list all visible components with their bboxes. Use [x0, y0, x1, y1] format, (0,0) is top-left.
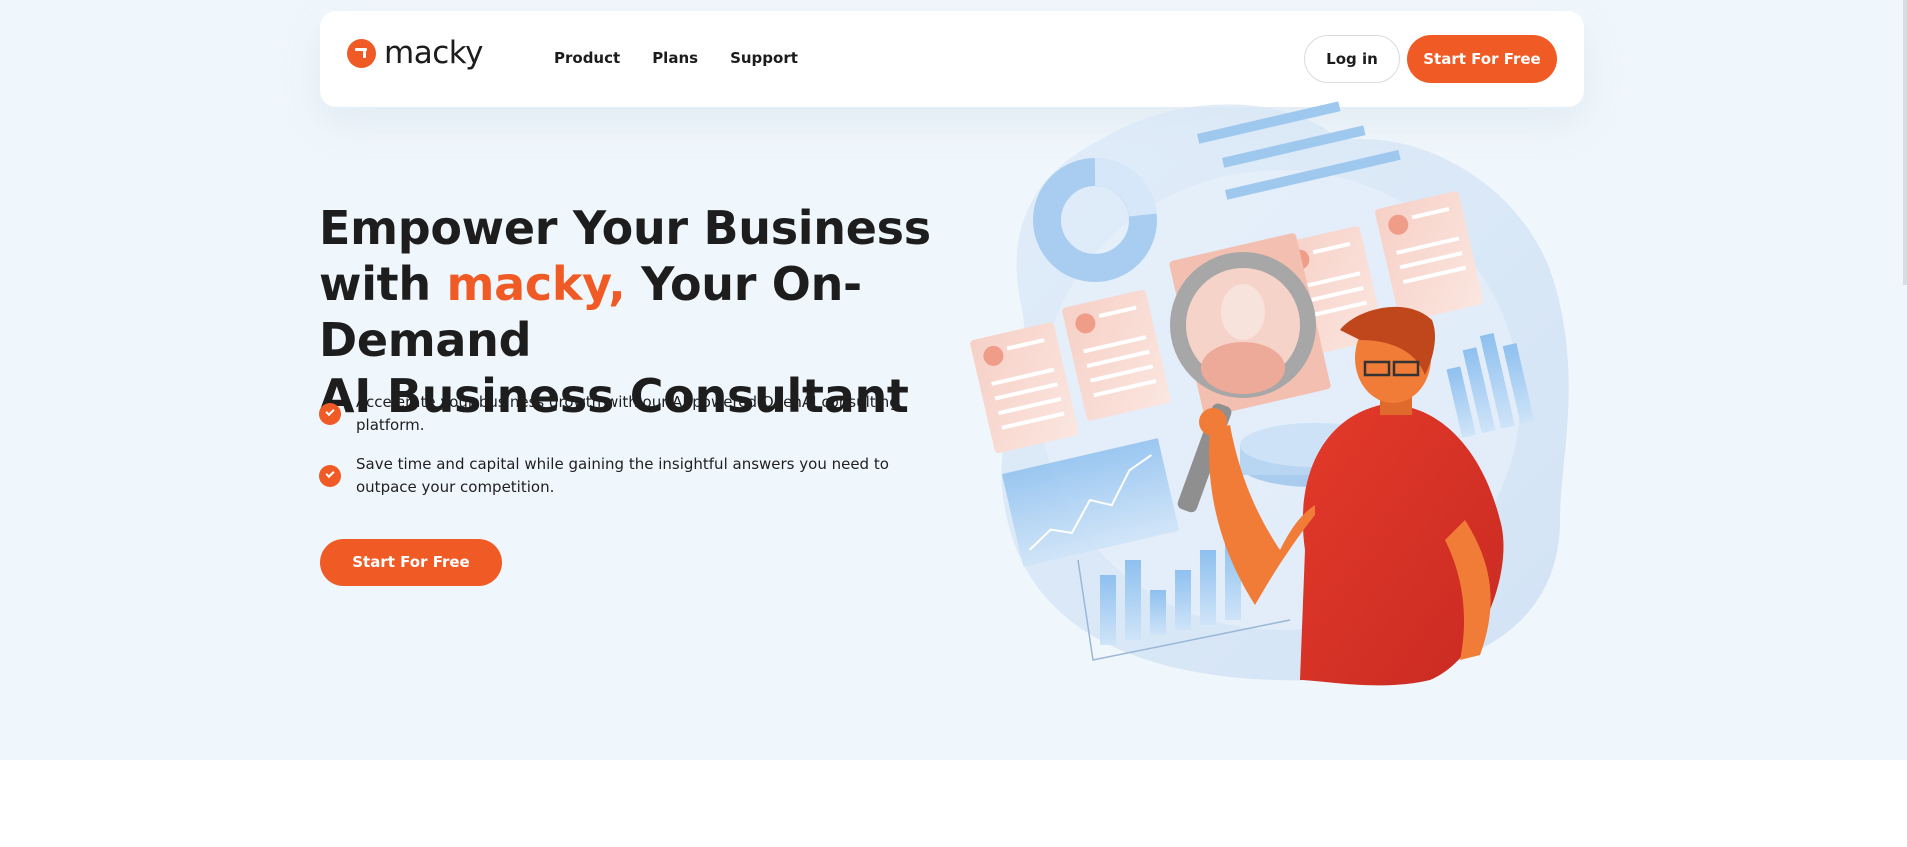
- top-navigation: macky Product Plans Support Log in Start…: [320, 11, 1584, 107]
- benefit-text: Accelerate your business growth with our…: [356, 393, 899, 434]
- benefit-item: Accelerate your business growth with our…: [319, 391, 919, 437]
- hero-illustration: [970, 101, 1569, 686]
- benefit-list: Accelerate your business growth with our…: [319, 391, 919, 499]
- login-button[interactable]: Log in: [1304, 35, 1400, 83]
- hero-start-free-button[interactable]: Start For Free: [320, 539, 502, 586]
- logo-mark-icon: [347, 39, 376, 68]
- scrollbar[interactable]: [1903, 0, 1907, 285]
- check-icon: [319, 403, 341, 425]
- headline-line-1: Empower Your Business: [319, 201, 931, 255]
- benefit-item: Save time and capital while gaining the …: [319, 453, 919, 499]
- brand-logo[interactable]: macky: [347, 38, 483, 69]
- brand-name: macky: [384, 35, 483, 71]
- nav-link-plans[interactable]: Plans: [652, 49, 698, 67]
- primary-nav: Product Plans Support: [554, 49, 798, 67]
- nav-link-product[interactable]: Product: [554, 49, 620, 67]
- headline-line-2-prefix: with: [319, 257, 447, 311]
- nav-link-support[interactable]: Support: [730, 49, 798, 67]
- headline-brand-accent: macky,: [446, 257, 626, 311]
- check-icon: [319, 465, 341, 487]
- next-section: [0, 760, 1907, 847]
- nav-start-free-button[interactable]: Start For Free: [1407, 35, 1557, 83]
- benefit-text: Save time and capital while gaining the …: [356, 455, 889, 496]
